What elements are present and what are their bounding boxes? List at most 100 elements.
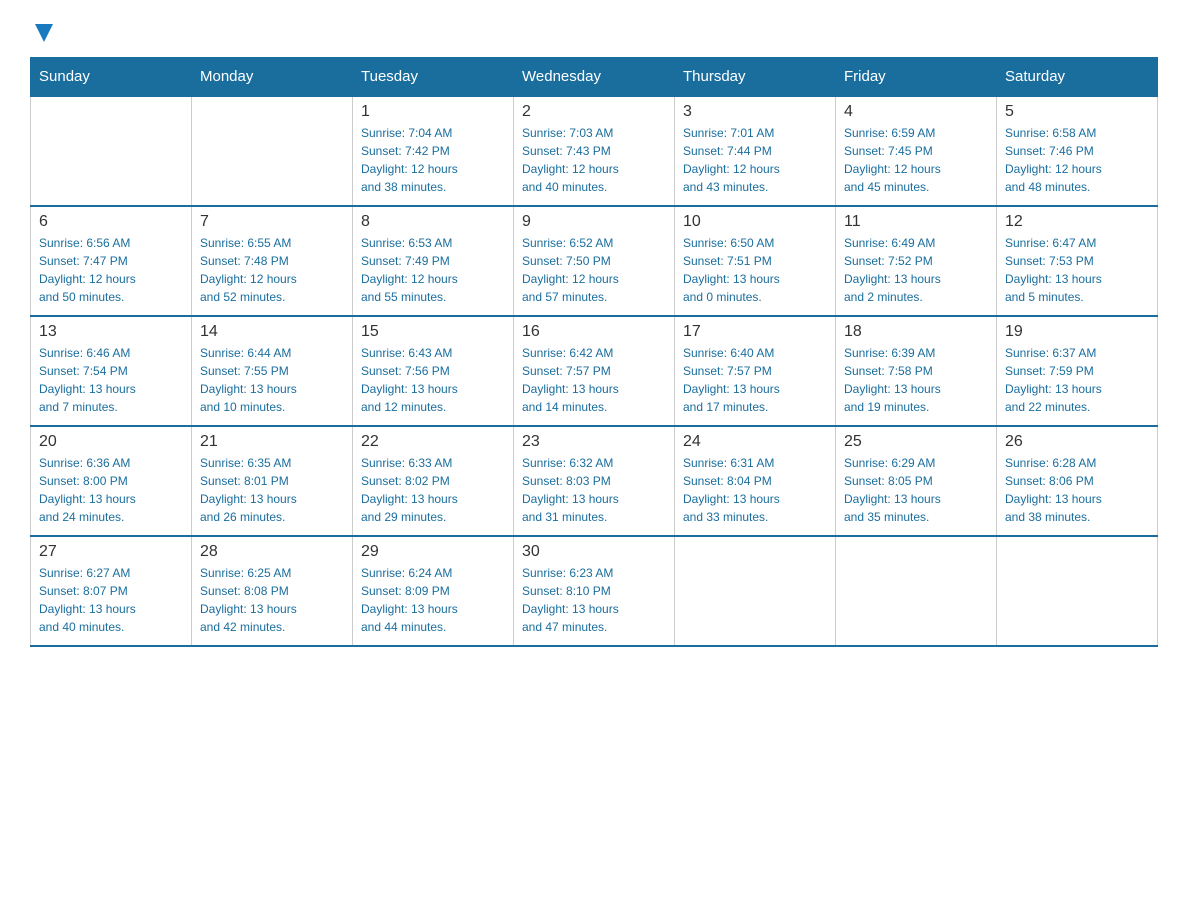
calendar-cell: 23 Sunrise: 6:32 AM Sunset: 8:03 PM Dayli… [514,426,675,536]
day-number: 26 [1005,433,1149,451]
calendar-cell: 26 Sunrise: 6:28 AM Sunset: 8:06 PM Dayli… [997,426,1158,536]
day-number: 5 [1005,103,1149,121]
day-number: 2 [522,103,666,121]
calendar-cell: 5Sunrise: 6:58 AM Sunset: 7:46 PM Daylig… [997,96,1158,206]
day-number: 17 [683,323,827,341]
day-info: Sunrise: 6:29 AM Sunset: 8:05 PM Dayligh… [844,454,988,526]
calendar-cell: 29 Sunrise: 6:24 AM Sunset: 8:09 PM Dayli… [353,536,514,646]
logo-arrow-icon [35,24,53,42]
calendar-cell: 4 Sunrise: 6:59 AM Sunset: 7:45 PM Daylig… [836,96,997,206]
day-info: Sunrise: 6:23 AM Sunset: 8:10 PM Dayligh… [522,564,666,636]
page-header [30,20,1158,47]
calendar-cell: 6 Sunrise: 6:56 AM Sunset: 7:47 PM Daylig… [31,206,192,316]
calendar-week-row: 6 Sunrise: 6:56 AM Sunset: 7:47 PM Daylig… [31,206,1158,316]
calendar-cell: 1 Sunrise: 7:04 AM Sunset: 7:42 PM Daylig… [353,96,514,206]
day-info: Sunrise: 7:04 AM Sunset: 7:42 PM Dayligh… [361,124,505,196]
day-number: 18 [844,323,988,341]
header-monday: Monday [192,58,353,97]
calendar-week-row: 1 Sunrise: 7:04 AM Sunset: 7:42 PM Daylig… [31,96,1158,206]
header-tuesday: Tuesday [353,58,514,97]
day-number: 16 [522,323,666,341]
day-number: 12 [1005,213,1149,231]
day-info: Sunrise: 6:42 AM Sunset: 7:57 PM Dayligh… [522,344,666,416]
day-info: Sunrise: 6:44 AM Sunset: 7:55 PM Dayligh… [200,344,344,416]
day-number: 11 [844,213,988,231]
day-info: Sunrise: 6:53 AM Sunset: 7:49 PM Dayligh… [361,234,505,306]
day-number: 22 [361,433,505,451]
day-number: 4 [844,103,988,121]
day-info: Sunrise: 6:47 AM Sunset: 7:53 PM Dayligh… [1005,234,1149,306]
day-info: Sunrise: 6:55 AM Sunset: 7:48 PM Dayligh… [200,234,344,306]
header-thursday: Thursday [675,58,836,97]
day-info: Sunrise: 6:25 AM Sunset: 8:08 PM Dayligh… [200,564,344,636]
calendar-cell: 14 Sunrise: 6:44 AM Sunset: 7:55 PM Dayli… [192,316,353,426]
calendar-cell: 27 Sunrise: 6:27 AM Sunset: 8:07 PM Dayli… [31,536,192,646]
calendar-cell: 19Sunrise: 6:37 AM Sunset: 7:59 PM Dayli… [997,316,1158,426]
day-number: 24 [683,433,827,451]
calendar-cell: 11 Sunrise: 6:49 AM Sunset: 7:52 PM Dayli… [836,206,997,316]
header-saturday: Saturday [997,58,1158,97]
day-info: Sunrise: 7:01 AM Sunset: 7:44 PM Dayligh… [683,124,827,196]
calendar-cell: 25 Sunrise: 6:29 AM Sunset: 8:05 PM Dayli… [836,426,997,536]
calendar-week-row: 20Sunrise: 6:36 AM Sunset: 8:00 PM Dayli… [31,426,1158,536]
day-number: 6 [39,213,183,231]
calendar-cell: 24 Sunrise: 6:31 AM Sunset: 8:04 PM Dayli… [675,426,836,536]
day-number: 28 [200,543,344,561]
day-info: Sunrise: 7:03 AM Sunset: 7:43 PM Dayligh… [522,124,666,196]
day-info: Sunrise: 6:40 AM Sunset: 7:57 PM Dayligh… [683,344,827,416]
day-number: 10 [683,213,827,231]
day-number: 27 [39,543,183,561]
calendar-cell: 17 Sunrise: 6:40 AM Sunset: 7:57 PM Dayli… [675,316,836,426]
calendar-cell [836,536,997,646]
calendar-cell: 20Sunrise: 6:36 AM Sunset: 8:00 PM Dayli… [31,426,192,536]
day-info: Sunrise: 6:27 AM Sunset: 8:07 PM Dayligh… [39,564,183,636]
day-info: Sunrise: 6:56 AM Sunset: 7:47 PM Dayligh… [39,234,183,306]
calendar-cell: 10 Sunrise: 6:50 AM Sunset: 7:51 PM Dayli… [675,206,836,316]
day-info: Sunrise: 6:24 AM Sunset: 8:09 PM Dayligh… [361,564,505,636]
calendar-cell [31,96,192,206]
day-info: Sunrise: 6:39 AM Sunset: 7:58 PM Dayligh… [844,344,988,416]
day-info: Sunrise: 6:28 AM Sunset: 8:06 PM Dayligh… [1005,454,1149,526]
calendar-cell: 15 Sunrise: 6:43 AM Sunset: 7:56 PM Dayli… [353,316,514,426]
day-info: Sunrise: 6:32 AM Sunset: 8:03 PM Dayligh… [522,454,666,526]
calendar-cell: 30 Sunrise: 6:23 AM Sunset: 8:10 PM Dayli… [514,536,675,646]
calendar-cell: 21 Sunrise: 6:35 AM Sunset: 8:01 PM Dayli… [192,426,353,536]
header-friday: Friday [836,58,997,97]
calendar-cell: 16 Sunrise: 6:42 AM Sunset: 7:57 PM Dayli… [514,316,675,426]
day-number: 25 [844,433,988,451]
calendar-cell [997,536,1158,646]
day-info: Sunrise: 6:31 AM Sunset: 8:04 PM Dayligh… [683,454,827,526]
day-info: Sunrise: 6:35 AM Sunset: 8:01 PM Dayligh… [200,454,344,526]
day-number: 29 [361,543,505,561]
day-info: Sunrise: 6:49 AM Sunset: 7:52 PM Dayligh… [844,234,988,306]
calendar-table: SundayMondayTuesdayWednesdayThursdayFrid… [30,57,1158,647]
header-wednesday: Wednesday [514,58,675,97]
calendar-cell: 2 Sunrise: 7:03 AM Sunset: 7:43 PM Daylig… [514,96,675,206]
day-number: 30 [522,543,666,561]
day-info: Sunrise: 6:33 AM Sunset: 8:02 PM Dayligh… [361,454,505,526]
calendar-cell [192,96,353,206]
logo [30,20,53,47]
calendar-cell: 8Sunrise: 6:53 AM Sunset: 7:49 PM Daylig… [353,206,514,316]
calendar-cell: 18 Sunrise: 6:39 AM Sunset: 7:58 PM Dayli… [836,316,997,426]
day-info: Sunrise: 6:37 AM Sunset: 7:59 PM Dayligh… [1005,344,1149,416]
day-info: Sunrise: 6:59 AM Sunset: 7:45 PM Dayligh… [844,124,988,196]
calendar-header-row: SundayMondayTuesdayWednesdayThursdayFrid… [31,58,1158,97]
day-number: 7 [200,213,344,231]
day-number: 14 [200,323,344,341]
calendar-cell: 13Sunrise: 6:46 AM Sunset: 7:54 PM Dayli… [31,316,192,426]
calendar-cell: 22 Sunrise: 6:33 AM Sunset: 8:02 PM Dayli… [353,426,514,536]
day-number: 13 [39,323,183,341]
day-info: Sunrise: 6:50 AM Sunset: 7:51 PM Dayligh… [683,234,827,306]
day-number: 21 [200,433,344,451]
day-number: 15 [361,323,505,341]
day-info: Sunrise: 6:43 AM Sunset: 7:56 PM Dayligh… [361,344,505,416]
day-number: 3 [683,103,827,121]
day-number: 1 [361,103,505,121]
calendar-cell: 9Sunrise: 6:52 AM Sunset: 7:50 PM Daylig… [514,206,675,316]
calendar-cell: 7 Sunrise: 6:55 AM Sunset: 7:48 PM Daylig… [192,206,353,316]
calendar-cell [675,536,836,646]
calendar-week-row: 13Sunrise: 6:46 AM Sunset: 7:54 PM Dayli… [31,316,1158,426]
day-info: Sunrise: 6:52 AM Sunset: 7:50 PM Dayligh… [522,234,666,306]
day-number: 23 [522,433,666,451]
